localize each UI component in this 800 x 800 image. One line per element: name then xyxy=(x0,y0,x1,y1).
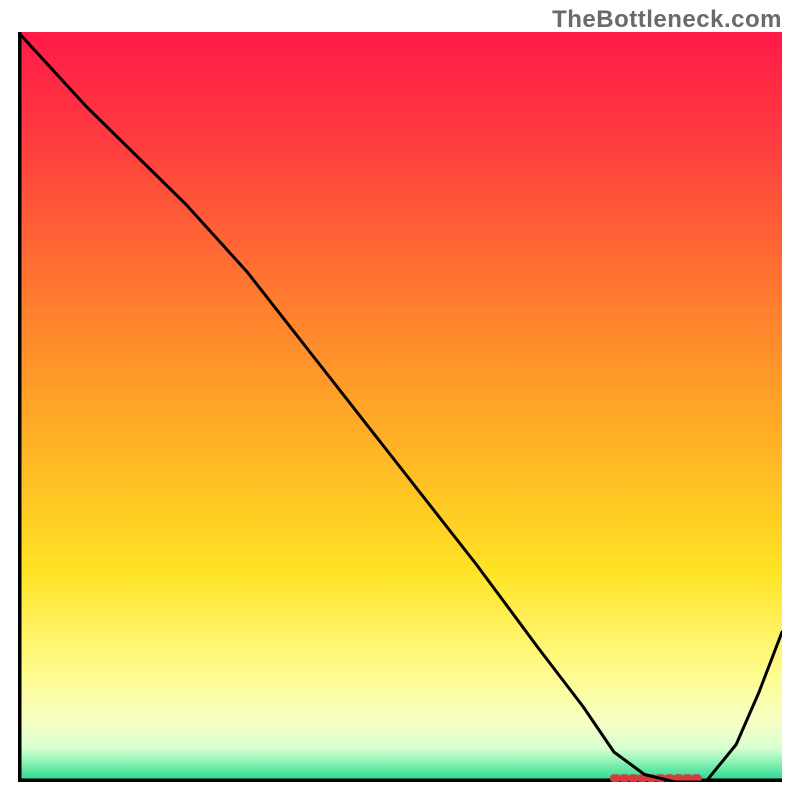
chart-frame: TheBottleneck.com xyxy=(0,0,800,800)
chart-svg xyxy=(18,32,782,782)
watermark-text: TheBottleneck.com xyxy=(552,6,782,34)
gradient-background xyxy=(18,32,782,782)
bottleneck-plot xyxy=(18,32,782,782)
